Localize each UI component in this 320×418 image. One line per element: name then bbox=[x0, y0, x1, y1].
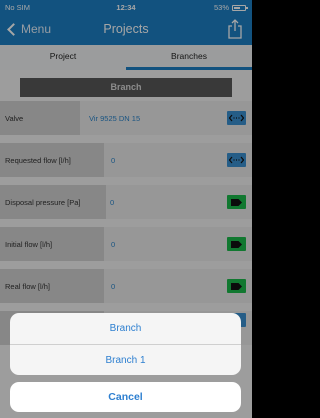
sheet-option-branch-1[interactable]: Branch 1 bbox=[10, 344, 241, 375]
sheet-option-branch[interactable]: Branch bbox=[10, 313, 241, 344]
cancel-button[interactable]: Cancel bbox=[10, 382, 241, 412]
app-screen: No SIM 12:34 53% Menu Projects Project B… bbox=[0, 0, 252, 418]
action-sheet: Branch Branch 1 bbox=[10, 313, 241, 375]
